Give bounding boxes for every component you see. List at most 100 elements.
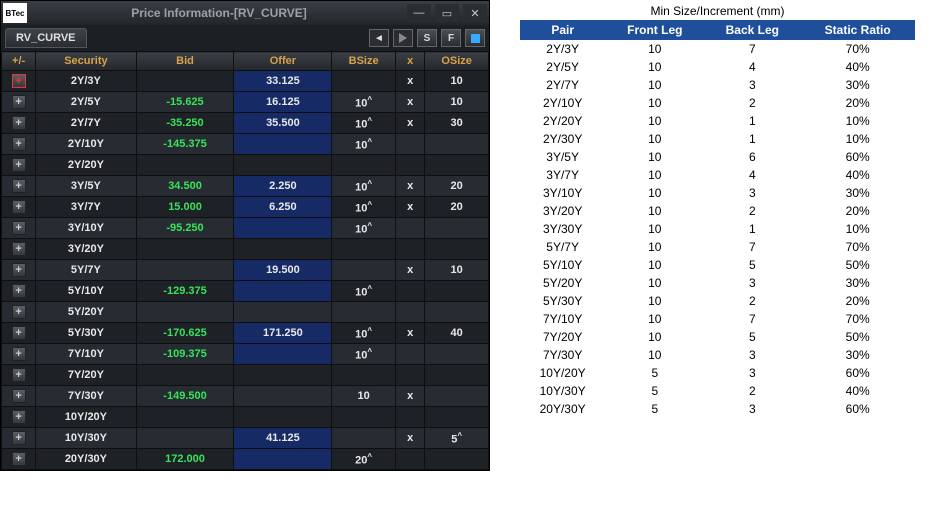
bsize-cell[interactable]: [332, 302, 396, 323]
security-cell[interactable]: 20Y/30Y: [36, 449, 136, 470]
bsize-cell[interactable]: [332, 407, 396, 428]
bid-cell[interactable]: [136, 365, 234, 386]
bid-cell[interactable]: -145.375: [136, 134, 234, 155]
x-cell[interactable]: x: [395, 113, 424, 134]
bid-cell[interactable]: -109.375: [136, 344, 234, 365]
add-row-button[interactable]: +: [2, 176, 36, 197]
add-row-button[interactable]: +: [2, 407, 36, 428]
offer-cell[interactable]: [234, 365, 332, 386]
bsize-cell[interactable]: 10^: [332, 197, 396, 218]
offer-cell[interactable]: [234, 239, 332, 260]
osize-cell[interactable]: 30: [425, 113, 489, 134]
security-cell[interactable]: 7Y/10Y: [36, 344, 136, 365]
osize-cell[interactable]: [425, 407, 489, 428]
grid-row[interactable]: +3Y/5Y34.5002.25010^x20: [2, 176, 489, 197]
add-row-button[interactable]: +: [2, 302, 36, 323]
bid-cell[interactable]: -129.375: [136, 281, 234, 302]
stop-button[interactable]: [465, 29, 485, 47]
security-cell[interactable]: 3Y/10Y: [36, 218, 136, 239]
security-cell[interactable]: 5Y/10Y: [36, 281, 136, 302]
add-row-button[interactable]: +: [2, 71, 36, 92]
grid-row[interactable]: +7Y/30Y-149.500 10x: [2, 386, 489, 407]
col-header-security[interactable]: Security: [36, 52, 136, 71]
bid-cell[interactable]: -35.250: [136, 113, 234, 134]
offer-cell[interactable]: 41.125: [234, 428, 332, 449]
grid-row[interactable]: +2Y/10Y-145.37510^: [2, 134, 489, 155]
x-cell[interactable]: [395, 134, 424, 155]
add-row-button[interactable]: +: [2, 260, 36, 281]
offer-cell[interactable]: [234, 407, 332, 428]
osize-cell[interactable]: 40: [425, 323, 489, 344]
security-cell[interactable]: 5Y/7Y: [36, 260, 136, 281]
grid-row[interactable]: +2Y/3Y33.125x10: [2, 71, 489, 92]
grid-row[interactable]: +3Y/7Y15.0006.25010^x20: [2, 197, 489, 218]
bid-cell[interactable]: [136, 71, 234, 92]
x-cell[interactable]: x: [395, 197, 424, 218]
maximize-button[interactable]: ▭: [435, 4, 459, 22]
x-cell[interactable]: [395, 365, 424, 386]
bsize-cell[interactable]: 10^: [332, 92, 396, 113]
security-cell[interactable]: 2Y/3Y: [36, 71, 136, 92]
security-cell[interactable]: 7Y/30Y: [36, 386, 136, 407]
osize-cell[interactable]: 10: [425, 260, 489, 281]
grid-row[interactable]: +5Y/7Y19.500x10: [2, 260, 489, 281]
security-cell[interactable]: 2Y/7Y: [36, 113, 136, 134]
osize-cell[interactable]: [425, 365, 489, 386]
x-cell[interactable]: [395, 281, 424, 302]
bid-cell[interactable]: -149.500: [136, 386, 234, 407]
bid-cell[interactable]: [136, 302, 234, 323]
offer-cell[interactable]: 33.125: [234, 71, 332, 92]
offer-cell[interactable]: [234, 344, 332, 365]
add-row-button[interactable]: +: [2, 281, 36, 302]
x-cell[interactable]: x: [395, 428, 424, 449]
osize-cell[interactable]: [425, 386, 489, 407]
x-cell[interactable]: x: [395, 71, 424, 92]
grid-row[interactable]: +2Y/5Y-15.62516.12510^x10: [2, 92, 489, 113]
osize-cell[interactable]: [425, 239, 489, 260]
bid-cell[interactable]: [136, 260, 234, 281]
f-button[interactable]: F: [441, 29, 461, 47]
security-cell[interactable]: 3Y/5Y: [36, 176, 136, 197]
next-button[interactable]: [393, 29, 413, 47]
grid-row[interactable]: +2Y/7Y-35.25035.50010^x30: [2, 113, 489, 134]
bsize-cell[interactable]: 10: [332, 386, 396, 407]
x-cell[interactable]: x: [395, 323, 424, 344]
bsize-cell[interactable]: 10^: [332, 134, 396, 155]
grid-row[interactable]: +7Y/10Y-109.37510^: [2, 344, 489, 365]
grid-row[interactable]: +10Y/30Y41.125x5^: [2, 428, 489, 449]
add-row-button[interactable]: +: [2, 218, 36, 239]
bsize-cell[interactable]: [332, 260, 396, 281]
bsize-cell[interactable]: 20^: [332, 449, 396, 470]
offer-cell[interactable]: [234, 449, 332, 470]
osize-cell[interactable]: 10: [425, 92, 489, 113]
col-header-x[interactable]: x: [395, 52, 424, 71]
x-cell[interactable]: [395, 302, 424, 323]
bsize-cell[interactable]: [332, 365, 396, 386]
grid-row[interactable]: +10Y/20Y: [2, 407, 489, 428]
bid-cell[interactable]: 172.000: [136, 449, 234, 470]
osize-cell[interactable]: [425, 302, 489, 323]
security-cell[interactable]: 2Y/20Y: [36, 155, 136, 176]
x-cell[interactable]: x: [395, 386, 424, 407]
add-row-button[interactable]: +: [2, 239, 36, 260]
add-row-button[interactable]: +: [2, 113, 36, 134]
offer-cell[interactable]: [234, 386, 332, 407]
x-cell[interactable]: [395, 218, 424, 239]
bsize-cell[interactable]: 10^: [332, 281, 396, 302]
col-header-bid[interactable]: Bid: [136, 52, 234, 71]
security-cell[interactable]: 2Y/5Y: [36, 92, 136, 113]
x-cell[interactable]: x: [395, 176, 424, 197]
osize-cell[interactable]: [425, 449, 489, 470]
add-row-button[interactable]: +: [2, 449, 36, 470]
col-header-offer[interactable]: Offer: [234, 52, 332, 71]
grid-row[interactable]: +5Y/10Y-129.375 10^: [2, 281, 489, 302]
offer-cell[interactable]: 35.500: [234, 113, 332, 134]
x-cell[interactable]: [395, 344, 424, 365]
bid-cell[interactable]: -95.250: [136, 218, 234, 239]
offer-cell[interactable]: 19.500: [234, 260, 332, 281]
osize-cell[interactable]: 20: [425, 197, 489, 218]
add-row-button[interactable]: +: [2, 386, 36, 407]
bid-cell[interactable]: -170.625: [136, 323, 234, 344]
security-cell[interactable]: 5Y/30Y: [36, 323, 136, 344]
osize-cell[interactable]: [425, 344, 489, 365]
